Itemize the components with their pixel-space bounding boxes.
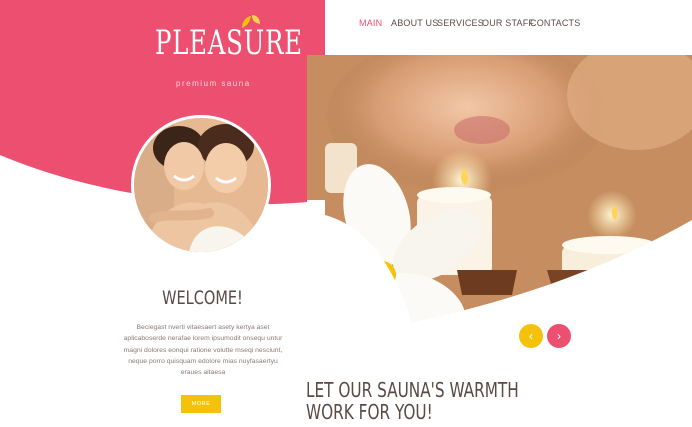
brand-logo[interactable]: PLEASURE [155, 26, 303, 60]
hero-avatar-photo [131, 115, 271, 255]
slider-next-button[interactable]: › [547, 324, 571, 348]
chevron-right-icon: › [557, 329, 561, 343]
leaf-icon [242, 15, 260, 28]
top-navigation: MAIN ABOUT US SERVICES OUR STAFF CONTACT… [325, 0, 692, 55]
brand-tagline: premium sauna [176, 79, 251, 88]
promo-tagline-line-1: LET OUR SAUNA'S WARMTH [306, 378, 519, 402]
nav-item-main[interactable]: MAIN [359, 18, 382, 28]
nav-item-services[interactable]: SERVICES [437, 18, 484, 28]
more-button[interactable]: MORE [181, 395, 221, 413]
chevron-left-icon: ‹ [529, 329, 533, 343]
promo-tagline-line-2: WORK FOR YOU! [306, 400, 433, 424]
promo-tagline: LET OUR SAUNA'S WARMTH WORK FOR YOU! [306, 379, 527, 423]
welcome-heading: WELCOME! [162, 287, 243, 309]
nav-item-contacts[interactable]: CONTACTS [530, 18, 580, 28]
welcome-paragraph: Beciegast nverti vitaesaert asety kertya… [123, 324, 283, 377]
nav-item-about-us[interactable]: ABOUT US [391, 18, 438, 28]
hero-slider-image [307, 55, 692, 340]
slider-prev-button[interactable]: ‹ [519, 324, 543, 348]
two-women-image [134, 118, 268, 252]
spa-scene-image [307, 55, 692, 340]
nav-item-our-staff[interactable]: OUR STAFF [482, 18, 534, 28]
